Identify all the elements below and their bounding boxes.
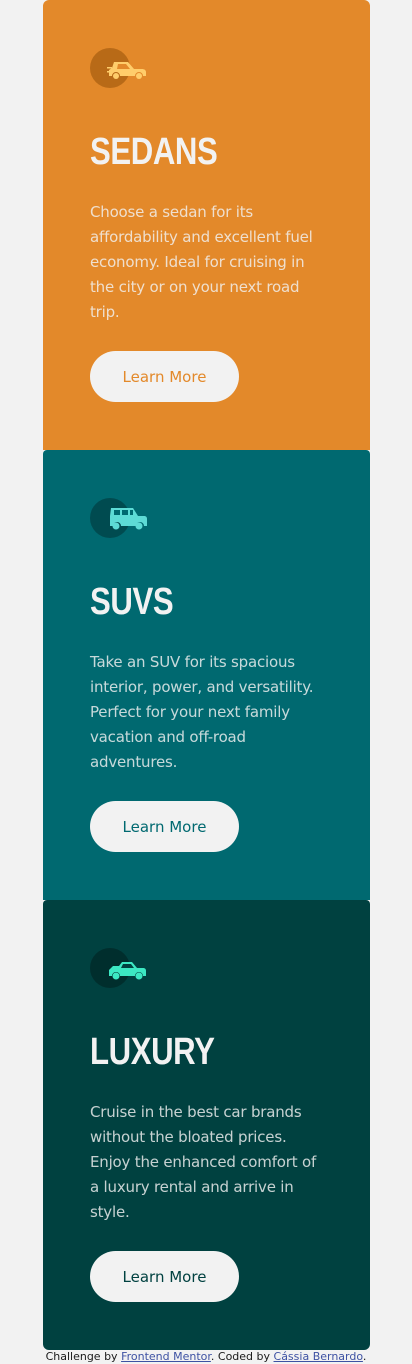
card-title: Sedans <box>90 131 218 173</box>
author-link[interactable]: Cássia Bernardo <box>274 1350 363 1363</box>
card-sedans: Sedans Choose a sedan for its affordabil… <box>43 0 370 450</box>
car-cards: Sedans Choose a sedan for its affordabil… <box>43 0 370 1350</box>
card-description: Choose a sedan for its affordability and… <box>90 203 313 321</box>
learn-more-button-luxury[interactable]: Learn More <box>90 1251 239 1302</box>
card-description: Cruise in the best car brands without th… <box>90 1103 317 1221</box>
learn-more-button-sedans[interactable]: Learn More <box>90 351 239 402</box>
suv-icon <box>90 498 154 538</box>
luxury-car-icon <box>90 948 154 988</box>
frontend-mentor-link[interactable]: Frontend Mentor <box>121 1350 211 1363</box>
footer-prefix: Challenge by <box>45 1350 122 1363</box>
card-suvs: SUVs Take an SUV for its spacious interi… <box>43 450 370 900</box>
sedan-icon <box>90 48 154 88</box>
footer-suffix: . <box>362 1350 367 1363</box>
learn-more-button-suvs[interactable]: Learn More <box>90 801 239 852</box>
footer-middle: . Coded by <box>210 1350 274 1363</box>
card-description: Take an SUV for its spacious interior, p… <box>90 653 314 771</box>
attribution-footer: Challenge by Frontend Mentor. Coded by C… <box>0 1350 412 1364</box>
card-title: Luxury <box>90 1031 215 1073</box>
card-luxury: Luxury Cruise in the best car brands wit… <box>43 900 370 1350</box>
card-title: SUVs <box>90 581 174 623</box>
